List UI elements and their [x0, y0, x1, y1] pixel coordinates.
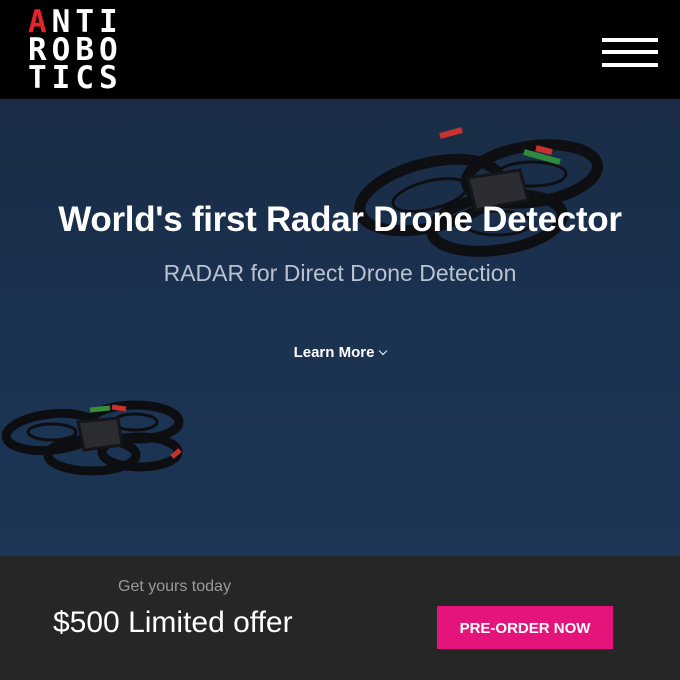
offer-title: $500 Limited offer	[53, 606, 293, 639]
drone-marking	[535, 145, 553, 155]
drone-body	[76, 416, 124, 452]
drone-marking	[439, 127, 463, 139]
chevron-down-icon	[379, 346, 388, 356]
hamburger-menu-icon[interactable]	[602, 38, 658, 70]
offer-bar: Get yours today $500 Limited offer PRE-O…	[0, 556, 680, 680]
menu-bar-top	[602, 38, 658, 42]
drone-lower	[1, 400, 184, 476]
pre-order-button[interactable]: PRE-ORDER NOW	[437, 606, 613, 649]
drone-marking	[89, 405, 111, 413]
drone-marking	[523, 149, 561, 165]
drone-marking	[111, 404, 127, 412]
hero-section: World's first Radar Drone Detector RADAR…	[0, 100, 680, 556]
hero-title: World's first Radar Drone Detector	[58, 200, 622, 239]
menu-bar-bottom	[602, 63, 658, 67]
learn-more-label: Learn More	[293, 344, 375, 361]
drone-rotor	[26, 422, 78, 442]
learn-more-link[interactable]: Learn More	[0, 344, 680, 361]
offer-kicker: Get yours today	[118, 578, 231, 595]
logo-line-3: TICS	[28, 60, 123, 96]
antirobotics-logo[interactable]: ANTI ROBO TICS	[28, 7, 140, 96]
drones-background-image	[1, 127, 603, 476]
top-bar: ANTI ROBO TICS	[0, 0, 680, 100]
hero-subtitle: RADAR for Direct Drone Detection	[163, 260, 517, 286]
menu-bar-middle	[602, 50, 658, 54]
